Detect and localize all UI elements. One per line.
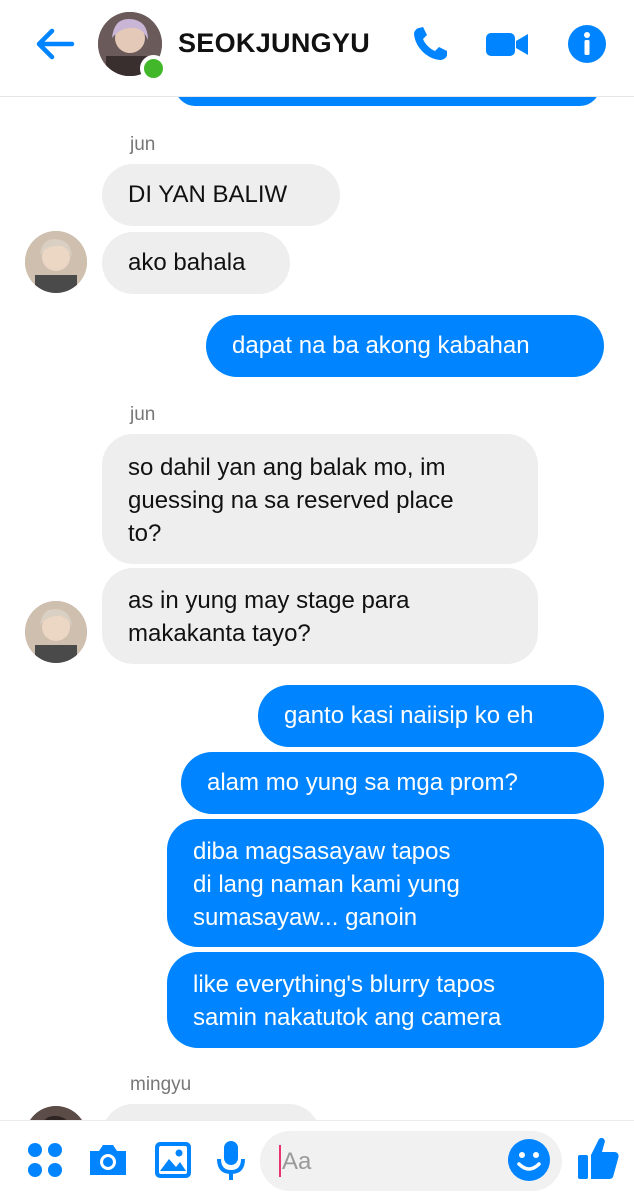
conversation-title: SEOKJUNGYU	[178, 28, 371, 58]
info-icon[interactable]	[566, 24, 608, 64]
online-status-dot	[140, 55, 167, 82]
sender-name: mingyu	[130, 1074, 192, 1095]
message-input[interactable]	[280, 1145, 504, 1179]
message-bubble[interactable]: DI YAN BALIW	[102, 164, 340, 226]
emoji-icon[interactable]	[506, 1137, 552, 1183]
message-bubble[interactable]: ganto kasi naiisip ko eh	[258, 685, 604, 747]
apps-icon[interactable]	[26, 1141, 64, 1179]
message-bubble-partial[interactable]	[175, 96, 600, 106]
message-bubble-partial[interactable]	[102, 1104, 320, 1120]
sender-avatar	[25, 1106, 87, 1120]
conversation-header: SEOKJUNGYU	[0, 0, 634, 97]
video-camera-icon[interactable]	[484, 24, 530, 64]
sender-name: jun	[130, 404, 156, 425]
message-bubble[interactable]: as in yung may stage para makakanta tayo…	[102, 568, 538, 664]
sender-avatar	[25, 601, 87, 663]
mic-icon[interactable]	[214, 1139, 248, 1183]
message-bubble[interactable]: like everything's blurry tapos samin nak…	[167, 952, 604, 1048]
phone-icon[interactable]	[410, 24, 452, 64]
image-icon[interactable]	[152, 1139, 194, 1181]
thumbs-up-icon[interactable]	[575, 1133, 621, 1183]
message-bubble[interactable]: ako bahala	[102, 232, 290, 294]
message-bubble[interactable]: so dahil yan ang balak mo, im guessing n…	[102, 434, 538, 564]
back-arrow-icon[interactable]	[30, 24, 80, 64]
sender-name: jun	[130, 134, 156, 155]
camera-icon[interactable]	[86, 1141, 130, 1179]
message-bubble[interactable]: alam mo yung sa mga prom?	[181, 752, 604, 814]
message-bubble[interactable]: diba magsasayaw tapos di lang naman kami…	[167, 819, 604, 947]
sender-avatar	[25, 231, 87, 293]
message-composer	[0, 1120, 634, 1201]
message-bubble[interactable]: dapat na ba akong kabahan	[206, 315, 604, 377]
message-list: jun DI YAN BALIW ako bahala dapat na ba …	[0, 96, 634, 1120]
